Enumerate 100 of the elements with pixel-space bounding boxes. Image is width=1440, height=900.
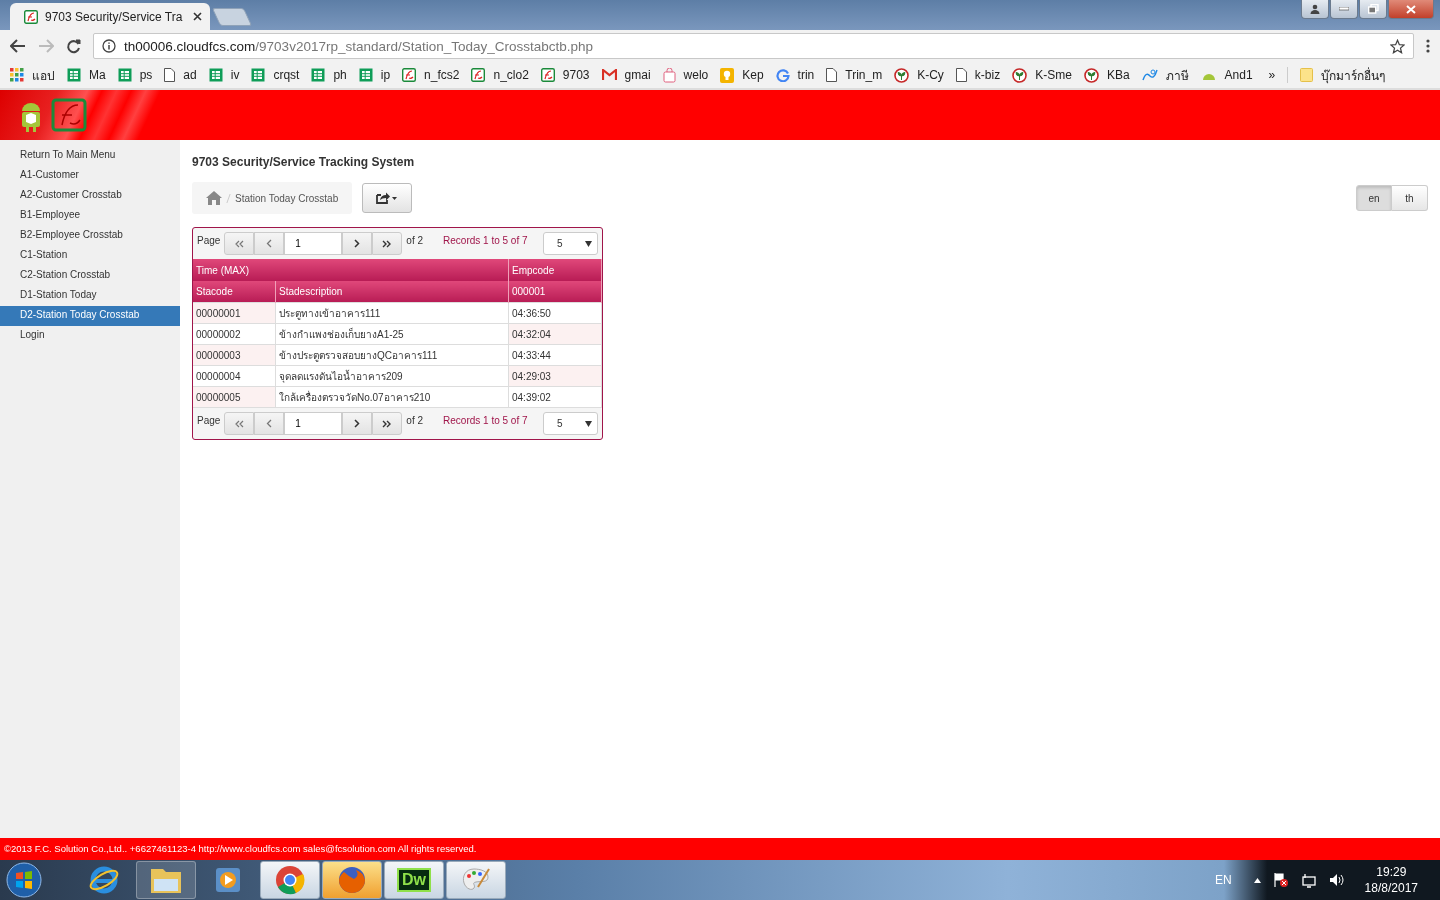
page-label: Page <box>197 415 221 426</box>
reload-icon[interactable] <box>66 38 81 54</box>
bookmark[interactable]: n_clo2 <box>471 68 529 82</box>
bookmark[interactable]: ad <box>164 68 197 82</box>
column-header: Empcode <box>508 259 602 281</box>
taskbar-app[interactable] <box>260 861 320 899</box>
star-icon[interactable] <box>1390 38 1405 54</box>
bookmark[interactable]: welo <box>662 67 709 83</box>
new-tab-button[interactable] <box>211 8 253 26</box>
bookmark[interactable]: K-Sme <box>1012 67 1072 83</box>
bookmark[interactable]: Trin_m <box>826 68 883 82</box>
restore-button[interactable] <box>1359 0 1387 19</box>
url-text: th00006.cloudfcs.com/9703v2017rp_standard/Station_Today_Crosstabctb.php <box>124 38 595 54</box>
language-button[interactable]: en <box>1356 185 1392 211</box>
mail-icon <box>601 69 617 81</box>
bookmark[interactable]: n_fcs2 <box>402 68 460 82</box>
dropdown-arrow-icon <box>585 240 592 247</box>
sidebar-item[interactable]: C2-Station Crosstab <box>0 266 180 286</box>
leaf-badge-icon <box>1012 67 1028 83</box>
table-cell: ข้างประตูตรวจสอบยางQCอาคาร111 <box>275 344 509 366</box>
flag-icon[interactable] <box>1272 872 1289 888</box>
minimize-icon <box>1339 7 1349 11</box>
start-button[interactable] <box>6 862 42 898</box>
sidebar-item[interactable]: Return To Main Menu <box>0 146 180 166</box>
tab-title: 9703 Security/Service Tra <box>45 9 184 24</box>
up-caret-icon[interactable] <box>1253 877 1261 883</box>
page-input[interactable]: 1 <box>284 232 343 255</box>
bookmark[interactable]: Ma <box>67 68 106 82</box>
last-page-button[interactable] <box>372 412 403 435</box>
bookmark[interactable]: K-Cy <box>894 67 944 83</box>
fc-logo-icon <box>402 68 417 82</box>
column-header: Time (MAX) <box>193 259 509 281</box>
sidebar-item[interactable]: D1-Station Today <box>0 286 180 306</box>
taskbar-app[interactable]: Dw <box>384 861 444 899</box>
play-icon <box>214 865 242 895</box>
bookmark[interactable]: And1 <box>1200 68 1253 82</box>
table-cell: ข้างกำแพงช่องเก็บยางA1-25 <box>275 323 509 345</box>
page-label: Page <box>197 235 221 246</box>
folder-icon <box>1300 68 1314 82</box>
address-bar[interactable]: th00006.cloudfcs.com/9703v2017rp_standard/Station_Today_Crosstabctb.php <box>93 33 1414 59</box>
network-icon[interactable] <box>1300 872 1317 888</box>
spreadsheet-icon <box>311 68 326 82</box>
clock[interactable]: 19:29 18/8/2017 <box>1364 864 1418 896</box>
double-right-icon <box>382 419 393 428</box>
export-button[interactable] <box>362 183 413 213</box>
spreadsheet-icon <box>358 68 373 82</box>
back-arrow-icon[interactable] <box>10 39 26 53</box>
bookmark[interactable]: k-biz <box>955 68 1001 82</box>
page-size-select[interactable]: 5 <box>543 412 598 435</box>
sidebar-item[interactable]: D2-Station Today Crosstab <box>0 306 180 326</box>
minimize-button[interactable] <box>1330 0 1358 19</box>
sidebar-item[interactable]: A2-Customer Crosstab <box>0 186 180 206</box>
bookmark[interactable]: ภาษี <box>1141 65 1189 85</box>
table-cell: 04:36:50 <box>508 302 602 324</box>
home-icon[interactable] <box>206 191 222 205</box>
bookmark[interactable]: ip <box>358 68 391 82</box>
round-browser-icon <box>274 864 306 896</box>
sidebar-item[interactable]: Login <box>0 326 180 346</box>
table-cell: 00000003 <box>193 344 276 366</box>
next-page-button[interactable] <box>342 232 373 255</box>
close-icon[interactable] <box>193 12 202 21</box>
page-input[interactable]: 1 <box>284 412 343 435</box>
more-bookmarks-button[interactable]: » <box>1268 68 1276 82</box>
bookmark[interactable]: ph <box>311 68 347 82</box>
table-cell: ประตูทางเข้าอาคาร111 <box>275 302 509 324</box>
bookmark[interactable]: iv <box>208 68 240 82</box>
clock-date: 18/8/2017 <box>1364 880 1418 896</box>
browser-e-icon <box>88 864 120 896</box>
bookmark[interactable]: แอป <box>10 65 55 85</box>
user-button[interactable] <box>1301 0 1329 19</box>
dropdown-arrow-icon <box>585 420 592 427</box>
sidebar-item[interactable]: A1-Customer <box>0 166 180 186</box>
right-chevron-icon <box>354 419 361 428</box>
next-page-button[interactable] <box>342 412 373 435</box>
bookmark[interactable]: KBa <box>1083 67 1130 83</box>
spreadsheet-icon <box>251 68 266 82</box>
bookmark[interactable]: crqst <box>251 68 300 82</box>
sidebar-item[interactable]: C1-Station <box>0 246 180 266</box>
info-icon <box>102 39 116 53</box>
browser-tab[interactable]: 9703 Security/Service Tra <box>10 3 210 30</box>
last-page-button[interactable] <box>372 232 403 255</box>
bookmark[interactable]: trin <box>775 68 815 82</box>
table-cell: จุดลดแรงดันไอน้ำอาคาร209 <box>275 365 509 387</box>
language-button[interactable]: th <box>1392 185 1428 211</box>
g-logo-icon <box>775 68 790 82</box>
records-text: Records 1 to 5 of 7 <box>443 415 528 426</box>
taskbar-app[interactable] <box>446 861 506 899</box>
taskbar-app[interactable] <box>322 861 382 899</box>
fc-logo-icon <box>540 68 555 82</box>
page-size-select[interactable]: 5 <box>543 232 598 255</box>
bookmark-folder[interactable]: บุ๊กมาร์กอื่นๆ <box>1300 65 1386 85</box>
close-button[interactable] <box>1388 0 1434 19</box>
sidebar-item[interactable]: B2-Employee Crosstab <box>0 226 180 246</box>
bookmark[interactable]: ps <box>117 68 153 82</box>
sidebar-item[interactable]: B1-Employee <box>0 206 180 226</box>
speaker-icon[interactable] <box>1328 873 1345 887</box>
menu-icon[interactable] <box>1426 39 1430 53</box>
bookmark[interactable]: 9703 <box>540 68 590 82</box>
bookmark[interactable]: Kep <box>720 67 764 83</box>
bookmark[interactable]: gmai <box>601 68 651 82</box>
